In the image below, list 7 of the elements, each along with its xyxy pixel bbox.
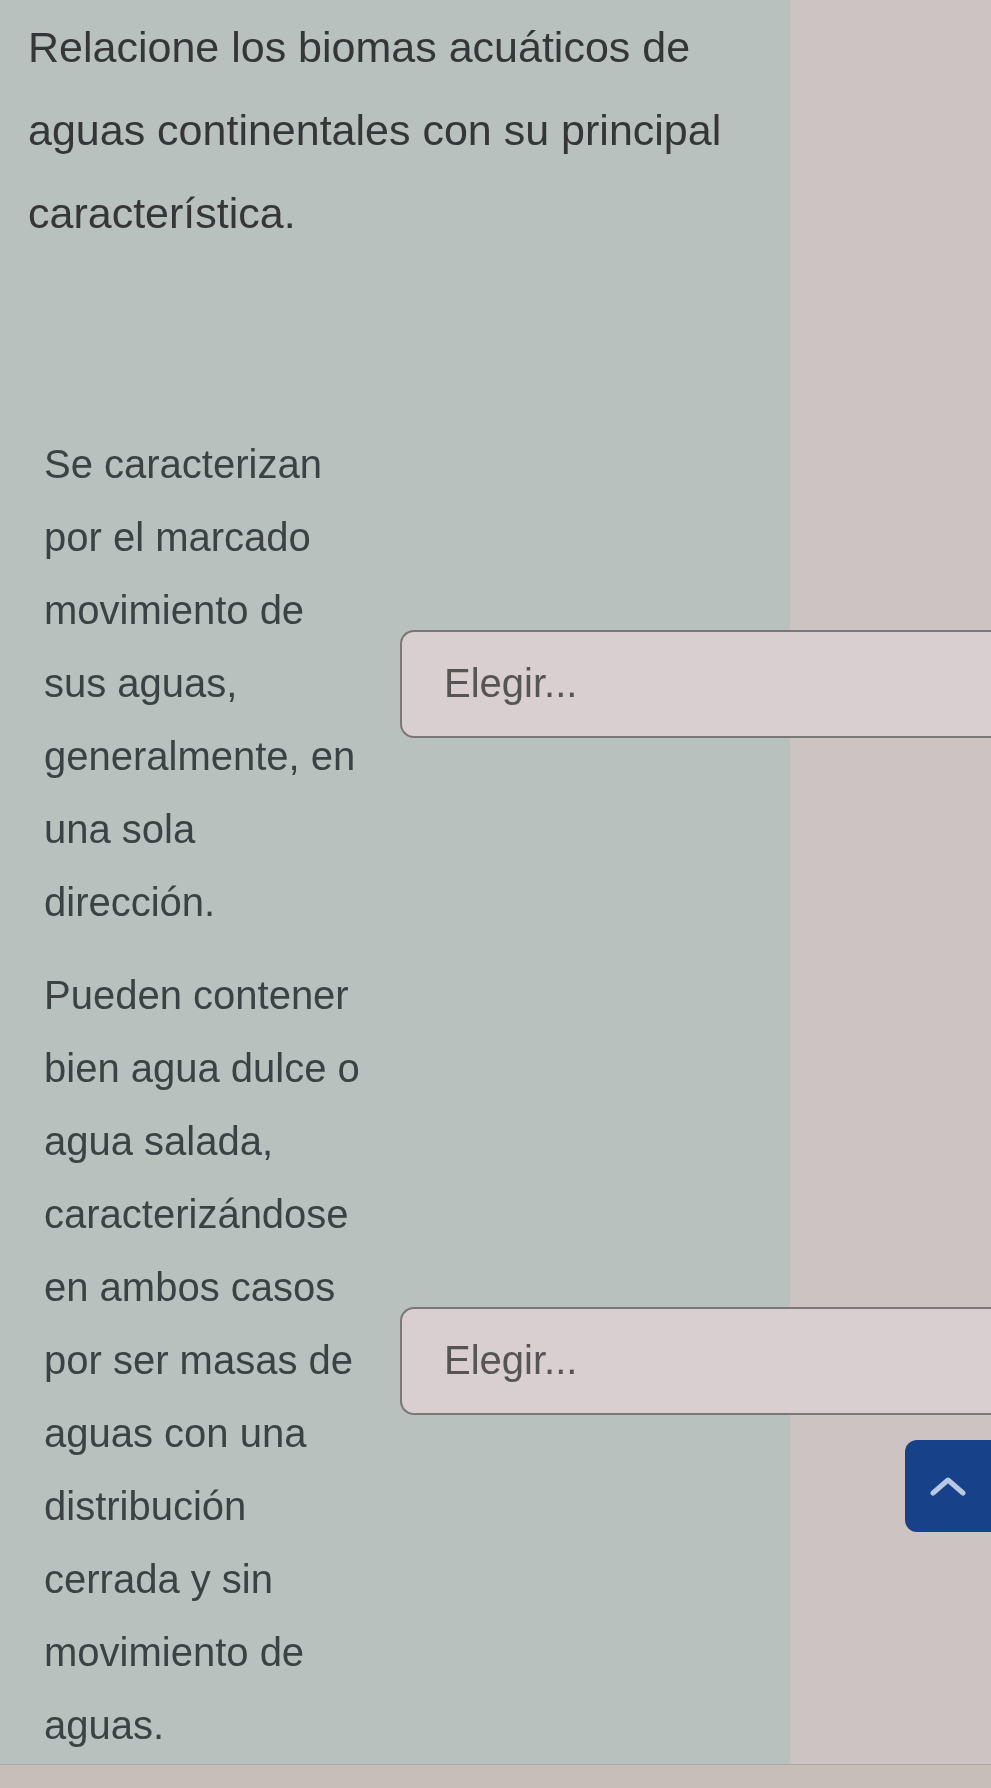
scroll-top-button[interactable] bbox=[905, 1440, 991, 1532]
answer-dropdown[interactable]: Elegir... bbox=[400, 1306, 991, 1415]
prompt-text: Se caracterizan por el marcado movimiento de sus aguas, generalmente, en una sola dirección. bbox=[44, 441, 357, 926]
caret-icon bbox=[930, 1476, 966, 1496]
prompt-text: Pueden contener bien agua dulce o agua salada, caracterizándose en ambos casos por ser masas de aguas con una distribución cerrada y sin movimiento de aguas. bbox=[44, 972, 361, 1749]
question-text: Relacione los biomas acuáticos de aguas continentales con su principal característica. bbox=[27, 22, 723, 239]
answer-dropdown[interactable]: Elegir... bbox=[400, 629, 991, 738]
